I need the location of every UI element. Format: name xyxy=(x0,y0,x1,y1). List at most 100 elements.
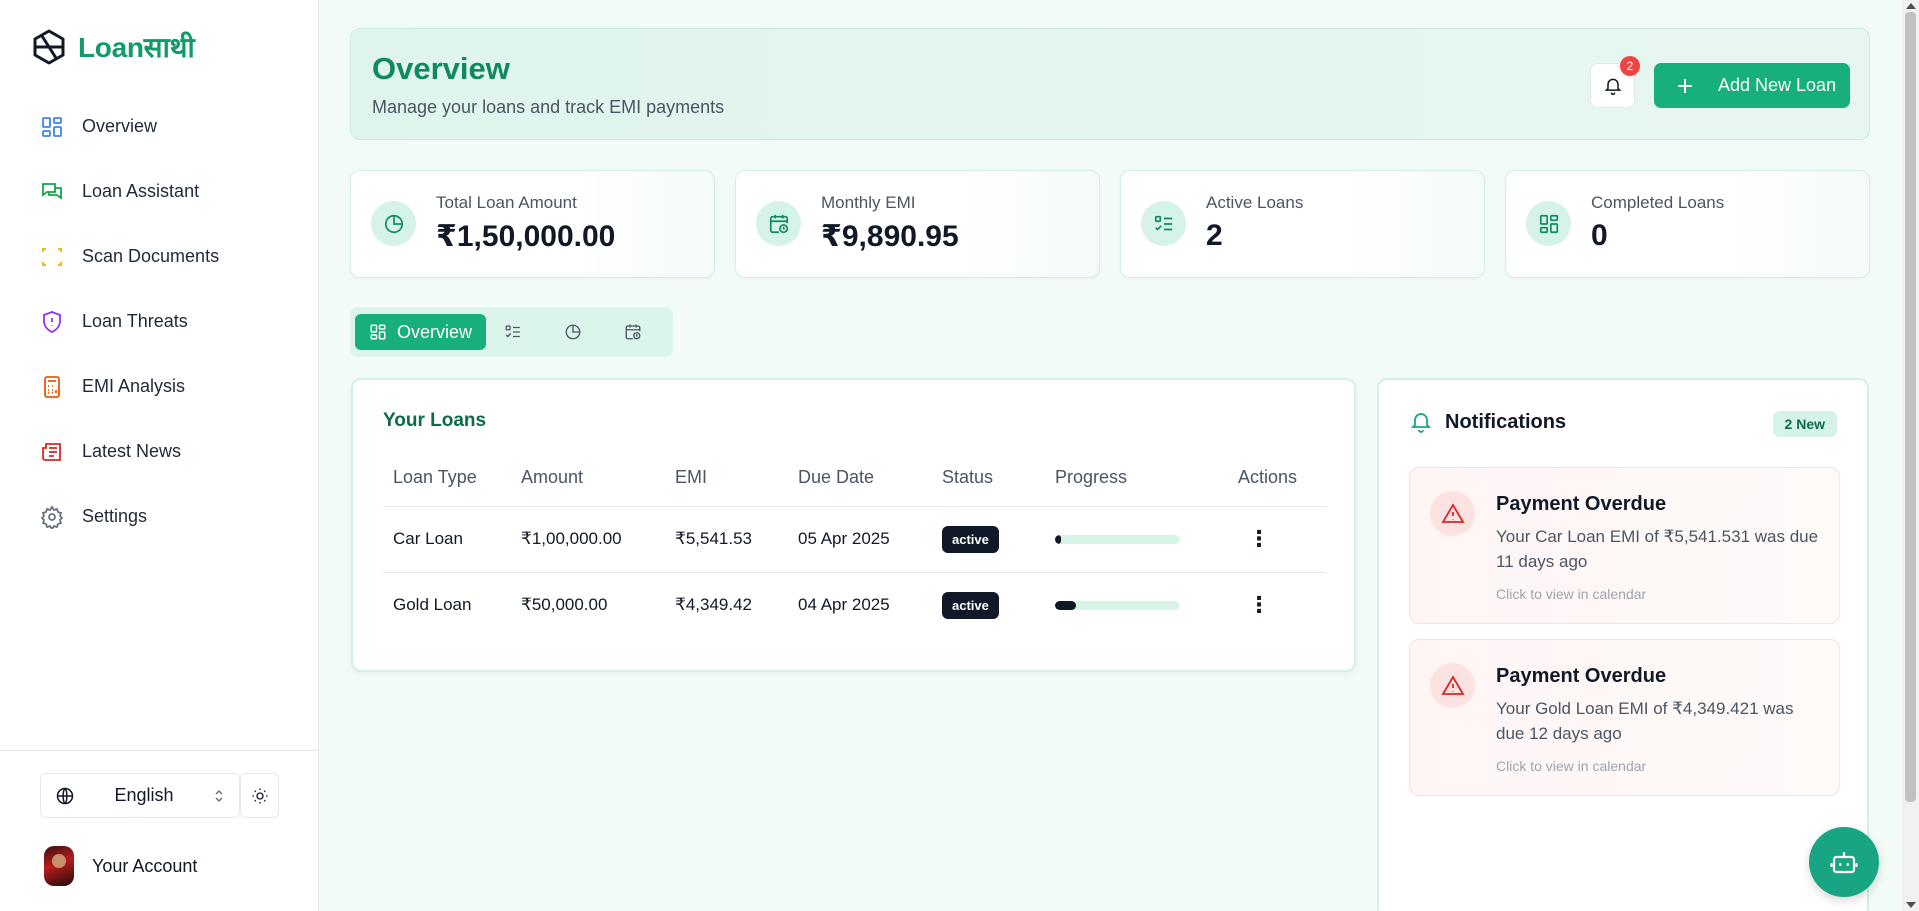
sidebar-item-label: EMI Analysis xyxy=(82,376,186,396)
more-actions-icon[interactable]: ⋮ xyxy=(1238,526,1270,551)
app-name: Loanसाथी xyxy=(78,32,195,63)
newspaper-icon xyxy=(42,442,61,461)
table-row[interactable]: Car Loan ₹1,00,000.00 ₹5,541.53 05 Apr 2… xyxy=(383,506,1326,573)
calculator-icon xyxy=(44,375,60,398)
account-menu[interactable]: Your Account xyxy=(44,846,197,886)
stat-value: 0 xyxy=(1591,219,1608,252)
notification-title: Payment Overdue xyxy=(1496,493,1667,515)
add-new-loan-label: Add New Loan xyxy=(1718,75,1837,95)
loans-title: Your Loans xyxy=(383,410,487,431)
new-count-badge: 2 New xyxy=(1772,411,1837,437)
notification-count-badge: 2 xyxy=(1620,56,1640,76)
sun-icon xyxy=(252,788,267,803)
loan-emi: ₹4,349.42 xyxy=(675,595,752,615)
notifications-header: Notifications xyxy=(1409,410,1566,434)
tab-chart[interactable] xyxy=(558,314,588,350)
sidebar: Loanसाथी Overview Loan Assistant Scan Do… xyxy=(0,0,319,911)
table-header-row: Loan Type Amount EMI Due Date Status Pro… xyxy=(383,450,1326,507)
more-actions-icon[interactable]: ⋮ xyxy=(1238,592,1270,617)
account-label: Your Account xyxy=(92,855,198,876)
scan-icon xyxy=(42,247,62,266)
tab-overview[interactable]: Overview xyxy=(355,314,487,350)
column-header: Amount xyxy=(511,450,665,507)
language-value: English xyxy=(114,785,174,805)
sidebar-item-label: Settings xyxy=(82,506,148,526)
bell-icon xyxy=(1410,413,1432,433)
notification-hint: Click to view in calendar xyxy=(1496,758,1647,774)
column-header: Due Date xyxy=(788,450,932,507)
logo-icon xyxy=(33,29,65,65)
loan-due-date: 05 Apr 2025 xyxy=(788,506,932,573)
page-header: Overview Manage your loans and track EMI… xyxy=(350,28,1870,140)
notification-title: Payment Overdue xyxy=(1496,665,1667,687)
loan-amount: ₹1,00,000.00 xyxy=(511,506,665,573)
app-logo[interactable]: Loanसाथी xyxy=(30,28,195,66)
sidebar-footer: English Your Account xyxy=(0,750,319,911)
loan-emi: ₹5,541.53 xyxy=(665,506,788,573)
notification-hint: Click to view in calendar xyxy=(1496,586,1647,602)
grid-icon xyxy=(370,324,386,340)
language-select[interactable]: English xyxy=(40,773,240,818)
grid-icon xyxy=(1526,201,1571,246)
scroll-thumb[interactable] xyxy=(1905,12,1916,802)
progress-bar xyxy=(1055,600,1180,610)
stat-active-loans: Active Loans 2 xyxy=(1120,170,1485,278)
column-header: Progress xyxy=(1045,450,1228,507)
tab-list[interactable] xyxy=(498,314,528,350)
sidebar-item-settings[interactable]: Settings xyxy=(0,484,319,549)
notification-description: Your Car Loan EMI of ₹5,541.531 was due … xyxy=(1496,527,1819,571)
warning-icon xyxy=(1430,491,1475,536)
column-header: EMI xyxy=(665,450,788,507)
tab-calendar[interactable] xyxy=(618,314,648,350)
calendar-clock-icon xyxy=(625,324,641,340)
sidebar-item-label: Latest News xyxy=(82,441,182,461)
scroll-up-arrow-icon[interactable] xyxy=(1906,3,1916,9)
table-row[interactable]: Gold Loan ₹50,000.00 ₹4,349.42 04 Apr 20… xyxy=(383,572,1326,638)
assistant-chat-button[interactable] xyxy=(1809,827,1879,897)
progress-fill xyxy=(1055,534,1062,544)
stat-total-loan-amount: Total Loan Amount ₹1,50,000.00 xyxy=(350,170,715,278)
calendar-clock-icon xyxy=(756,201,801,246)
sidebar-item-overview[interactable]: Overview xyxy=(0,94,319,159)
scroll-down-arrow-icon[interactable] xyxy=(1906,902,1916,908)
notification-description: Your Gold Loan EMI of ₹4,349.421 was due… xyxy=(1496,699,1794,743)
stat-label: Active Loans xyxy=(1206,193,1304,212)
column-header: Status xyxy=(932,450,1045,507)
sidebar-item-loan-threats[interactable]: Loan Threats xyxy=(0,289,319,354)
sidebar-item-label: Loan Threats xyxy=(82,311,188,331)
plus-icon xyxy=(1678,78,1692,93)
sidebar-item-label: Loan Assistant xyxy=(82,181,200,201)
notification-item[interactable]: Payment Overdue Your Car Loan EMI of ₹5,… xyxy=(1409,467,1840,624)
sidebar-item-scan-documents[interactable]: Scan Documents xyxy=(0,224,319,289)
sidebar-item-emi-analysis[interactable]: EMI Analysis xyxy=(0,354,319,419)
loans-card: Your Loans Loan Type Amount EMI Due Date… xyxy=(351,378,1356,672)
stat-monthly-emi: Monthly EMI ₹9,890.95 xyxy=(735,170,1100,278)
page-scrollbar[interactable] xyxy=(1902,0,1919,911)
stat-value: 2 xyxy=(1206,219,1223,252)
chevron-up-down-icon xyxy=(215,789,223,802)
notifications-title: Notifications xyxy=(1445,410,1567,433)
tab-label: Overview xyxy=(397,321,473,342)
add-new-loan-button[interactable]: Add New Loan xyxy=(1654,63,1850,108)
notifications-panel: Notifications 2 New Payment Overdue Your… xyxy=(1377,378,1869,911)
stat-value: ₹1,50,000.00 xyxy=(436,220,616,253)
stat-value: ₹9,890.95 xyxy=(821,220,959,253)
list-check-icon xyxy=(1141,201,1186,246)
sidebar-item-label: Scan Documents xyxy=(82,246,220,266)
sidebar-nav: Overview Loan Assistant Scan Documents L… xyxy=(0,94,319,549)
gear-icon xyxy=(40,504,64,529)
loan-amount: ₹50,000.00 xyxy=(521,595,608,615)
grid-icon xyxy=(42,116,62,137)
progress-fill xyxy=(1055,600,1077,610)
bot-icon xyxy=(1830,852,1858,874)
sidebar-item-label: Overview xyxy=(82,116,158,136)
notification-item[interactable]: Payment Overdue Your Gold Loan EMI of ₹4… xyxy=(1409,639,1840,796)
sidebar-item-loan-assistant[interactable]: Loan Assistant xyxy=(0,159,319,224)
loans-table: Loan Type Amount EMI Due Date Status Pro… xyxy=(383,450,1326,638)
notifications-button[interactable]: 2 xyxy=(1590,56,1640,108)
theme-toggle-button[interactable] xyxy=(240,773,279,818)
sidebar-item-latest-news[interactable]: Latest News xyxy=(0,419,319,484)
page-title: Overview xyxy=(372,51,510,86)
stat-label: Monthly EMI xyxy=(821,193,916,212)
page-subtitle: Manage your loans and track EMI payments xyxy=(372,97,725,117)
